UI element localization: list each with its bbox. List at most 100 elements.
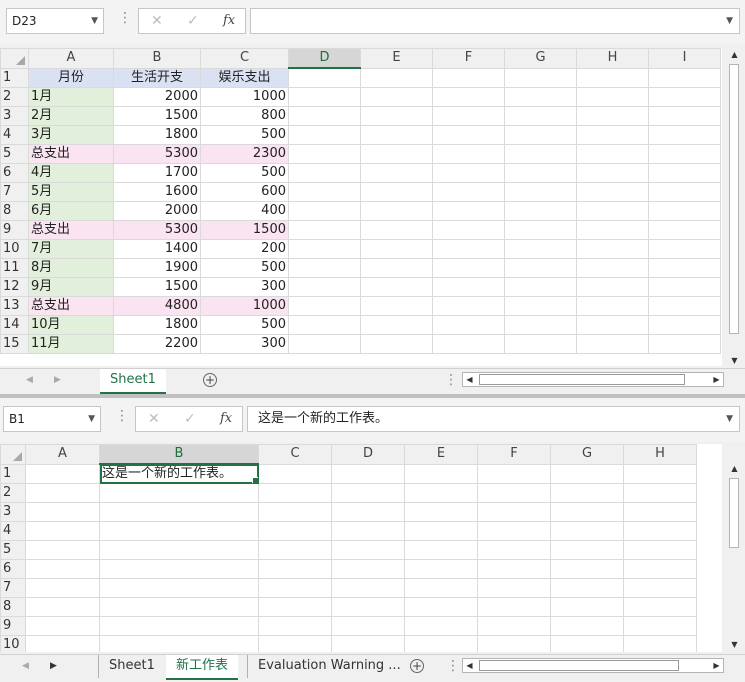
empty-cell[interactable]: [360, 295, 433, 316]
row-header[interactable]: 4: [0, 124, 29, 145]
cell-c[interactable]: 400: [200, 200, 289, 221]
enter-check-icon[interactable]: ✓: [184, 407, 196, 431]
row-header[interactable]: 13: [0, 295, 29, 316]
row-header[interactable]: 9: [0, 616, 26, 636]
empty-cell[interactable]: [288, 219, 361, 240]
empty-cell[interactable]: [432, 181, 505, 202]
column-header-f[interactable]: F: [432, 48, 505, 69]
cell-a[interactable]: 总支出: [28, 143, 114, 164]
empty-cell[interactable]: [477, 502, 551, 522]
cell-b1-selected[interactable]: 这是一个新的工作表。: [99, 463, 259, 484]
empty-cell[interactable]: [288, 86, 361, 107]
scroll-down-icon[interactable]: ▼: [726, 638, 743, 652]
empty-cell[interactable]: [504, 67, 577, 88]
empty-cell[interactable]: [432, 143, 505, 164]
row-header[interactable]: 12: [0, 276, 29, 297]
empty-cell[interactable]: [258, 521, 332, 541]
select-all-corner[interactable]: [0, 48, 29, 69]
empty-cell[interactable]: [432, 124, 505, 145]
empty-cell[interactable]: [550, 540, 624, 560]
empty-cell[interactable]: [99, 597, 259, 617]
empty-cell[interactable]: [360, 333, 433, 354]
empty-cell[interactable]: [576, 295, 649, 316]
empty-cell[interactable]: [432, 105, 505, 126]
scroll-down-icon[interactable]: ▼: [726, 354, 743, 368]
column-header-g[interactable]: G: [504, 48, 577, 69]
empty-cell[interactable]: [648, 67, 721, 88]
row-header[interactable]: 8: [0, 200, 29, 221]
cell-b[interactable]: 5300: [113, 219, 201, 240]
empty-cell[interactable]: [648, 105, 721, 126]
top-grid[interactable]: A B C D E F G H I 1 月份 生活开支 娱乐支出 2 1月 2000 1000 3 2月 1500 80…: [0, 48, 722, 366]
dots-icon[interactable]: ⋮: [444, 372, 458, 388]
empty-cell[interactable]: [504, 295, 577, 316]
chevron-down-icon[interactable]: ▼: [88, 407, 95, 431]
empty-cell[interactable]: [504, 181, 577, 202]
empty-cell[interactable]: [331, 540, 405, 560]
empty-cell[interactable]: [360, 276, 433, 297]
cell-c[interactable]: 500: [200, 314, 289, 335]
empty-cell[interactable]: [25, 483, 100, 503]
row-header[interactable]: 3: [0, 502, 26, 522]
cell-c[interactable]: 800: [200, 105, 289, 126]
empty-cell[interactable]: [99, 483, 259, 503]
add-sheet-icon[interactable]: +: [410, 659, 424, 673]
empty-cell[interactable]: [99, 540, 259, 560]
empty-cell[interactable]: [623, 502, 697, 522]
row-header[interactable]: 14: [0, 314, 29, 335]
bottom-vertical-scrollbar[interactable]: ▲ ▼: [726, 462, 743, 652]
empty-cell[interactable]: [504, 333, 577, 354]
empty-cell[interactable]: [404, 483, 478, 503]
column-header-b[interactable]: B: [99, 444, 259, 465]
scroll-up-icon[interactable]: ▲: [726, 462, 743, 476]
cell-b[interactable]: 1700: [113, 162, 201, 183]
cell-c[interactable]: 300: [200, 276, 289, 297]
empty-cell[interactable]: [360, 124, 433, 145]
empty-cell[interactable]: [576, 124, 649, 145]
empty-cell[interactable]: [99, 578, 259, 598]
empty-cell[interactable]: [258, 559, 332, 579]
column-header-a[interactable]: A: [25, 444, 100, 465]
chevron-down-icon[interactable]: ▼: [726, 9, 733, 33]
empty-cell[interactable]: [25, 635, 100, 652]
empty-cell[interactable]: [331, 559, 405, 579]
empty-cell[interactable]: [360, 200, 433, 221]
empty-cell[interactable]: [623, 635, 697, 652]
empty-cell[interactable]: [258, 635, 332, 652]
bottom-grid[interactable]: A B C D E F G H 1 这是一个新的工作表。 2 3 4 5 6 7 8 9 10: [0, 444, 722, 652]
empty-cell[interactable]: [99, 521, 259, 541]
empty-cell[interactable]: [360, 257, 433, 278]
row-header[interactable]: 8: [0, 597, 26, 617]
empty-cell[interactable]: [432, 162, 505, 183]
empty-cell[interactable]: [25, 597, 100, 617]
empty-cell[interactable]: [432, 219, 505, 240]
empty-cell[interactable]: [477, 635, 551, 652]
empty-cell[interactable]: [288, 238, 361, 259]
empty-cell[interactable]: [550, 521, 624, 541]
empty-cell[interactable]: [258, 616, 332, 636]
empty-cell[interactable]: [288, 67, 361, 88]
cell-a[interactable]: 1月: [28, 86, 114, 107]
empty-cell[interactable]: [331, 521, 405, 541]
empty-cell[interactable]: [258, 597, 332, 617]
top-vscroll-thumb[interactable]: [729, 64, 739, 334]
cell-c[interactable]: 娱乐支出: [200, 67, 289, 88]
dots-icon[interactable]: ⋮: [446, 658, 460, 674]
cell-a[interactable]: 总支出: [28, 295, 114, 316]
empty-cell[interactable]: [404, 540, 478, 560]
empty-cell[interactable]: [404, 463, 478, 484]
cell-a[interactable]: 月份: [28, 67, 114, 88]
empty-cell[interactable]: [648, 200, 721, 221]
empty-cell[interactable]: [432, 67, 505, 88]
cell-c[interactable]: 500: [200, 124, 289, 145]
empty-cell[interactable]: [258, 463, 332, 484]
chevron-down-icon[interactable]: ▼: [91, 9, 98, 33]
cell-b[interactable]: 1800: [113, 314, 201, 335]
empty-cell[interactable]: [550, 463, 624, 484]
empty-cell[interactable]: [648, 143, 721, 164]
empty-cell[interactable]: [360, 143, 433, 164]
select-all-corner[interactable]: [0, 444, 26, 465]
empty-cell[interactable]: [25, 463, 100, 484]
empty-cell[interactable]: [404, 578, 478, 598]
empty-cell[interactable]: [331, 463, 405, 484]
